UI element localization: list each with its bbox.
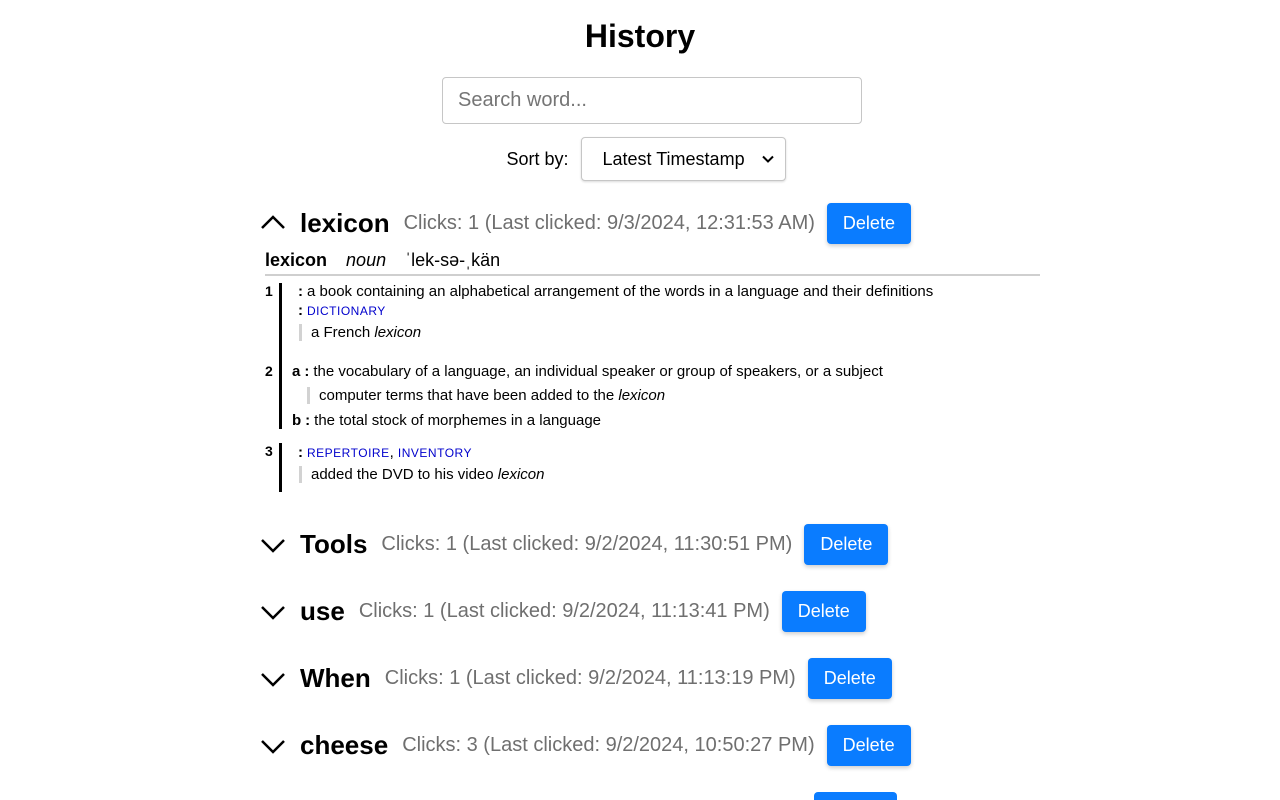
entry-word[interactable]: When — [300, 663, 371, 694]
entry-clicks: Clicks: 3 (Last clicked: 9/2/2024, 10:50… — [402, 733, 815, 756]
delete-button[interactable]: Delete — [804, 523, 889, 565]
sort-row: Sort by: Latest Timestamp — [0, 137, 1280, 181]
history-entry: cheese Clicks: 3 (Last clicked: 9/2/2024… — [260, 724, 911, 766]
definition-sense: 2 a: the vocabulary of a language, an ind… — [265, 363, 1025, 431]
sense-number: 3 — [265, 443, 273, 459]
delete-button[interactable]: Delete — [826, 202, 911, 244]
entry-word[interactable]: lexicon — [300, 208, 390, 239]
delete-button[interactable]: Delete — [826, 724, 911, 766]
sense-subsense-b: b: the total stock of morphemes in a lang… — [292, 412, 602, 429]
definition-sense: 1 :a book containing an alphabetical arr… — [265, 283, 1025, 375]
sort-selected-value: Latest Timestamp — [602, 148, 745, 169]
entry-word[interactable]: Tools — [300, 529, 367, 560]
sense-divider — [279, 283, 282, 375]
chevron-up-icon[interactable] — [260, 210, 286, 236]
sense-synonym: : dictionary — [298, 302, 386, 319]
chevron-down-icon[interactable] — [260, 598, 286, 624]
chevron-down-icon[interactable] — [260, 665, 286, 691]
sense-example: a French lexicon — [299, 324, 421, 341]
definition-pronunciation: ˈlek-sə-ˌkän — [405, 250, 501, 270]
entry-clicks: Clicks: 1 (Last clicked: 9/2/2024, 11:13… — [384, 666, 796, 689]
definition-part-of-speech: noun — [346, 250, 387, 270]
delete-button-partial[interactable] — [814, 792, 897, 800]
history-entry: Tools Clicks: 1 (Last clicked: 9/2/2024,… — [260, 523, 889, 565]
sort-select[interactable]: Latest Timestamp — [580, 137, 786, 181]
chevron-down-icon — [761, 155, 774, 163]
definition-headword: lexicon — [265, 250, 328, 270]
delete-button[interactable]: Delete — [781, 590, 866, 632]
synonym-link[interactable]: repertoire — [307, 446, 390, 460]
page-title: History — [584, 18, 696, 54]
history-page: History Sort by: Latest Timestamp lexico… — [0, 0, 1280, 800]
entry-clicks: Clicks: 1 (Last clicked: 9/2/2024, 11:13… — [358, 599, 770, 622]
entry-word[interactable]: cheese — [300, 730, 388, 761]
sense-example: computer terms that have been added to t… — [307, 387, 665, 404]
sort-label: Sort by: — [506, 148, 569, 169]
chevron-down-icon[interactable] — [260, 531, 286, 557]
synonym-link[interactable]: dictionary — [307, 304, 386, 318]
sense-synonym: : repertoire, inventory — [298, 444, 472, 461]
sense-subsense-a: a: the vocabulary of a language, an indiv… — [292, 363, 883, 380]
chevron-down-icon[interactable] — [260, 732, 286, 758]
sense-divider — [279, 363, 282, 429]
history-entry: use Clicks: 1 (Last clicked: 9/2/2024, 1… — [260, 590, 866, 632]
sense-number: 2 — [265, 363, 273, 379]
entry-word[interactable]: use — [300, 596, 345, 627]
sense-number: 1 — [265, 283, 273, 299]
history-entry: When Clicks: 1 (Last clicked: 9/2/2024, … — [260, 657, 892, 699]
synonym-link[interactable]: inventory — [398, 446, 472, 460]
history-entry: lexicon Clicks: 1 (Last clicked: 9/3/202… — [260, 202, 911, 244]
search-input[interactable] — [442, 77, 862, 124]
entry-clicks: Clicks: 1 (Last clicked: 9/3/2024, 12:31… — [403, 211, 815, 234]
definition-header: lexicon noun ˈlek-sə-ˌkän — [265, 250, 1040, 276]
sense-text: :a book containing an alphabetical arran… — [298, 283, 934, 300]
entry-clicks: Clicks: 1 (Last clicked: 9/2/2024, 11:30… — [381, 532, 793, 555]
delete-button[interactable]: Delete — [807, 657, 892, 699]
definition-sense: 3 : repertoire, inventory added the DVD t… — [265, 443, 1025, 493]
sense-divider — [279, 443, 282, 492]
sense-example: added the DVD to his video lexicon — [299, 466, 545, 483]
